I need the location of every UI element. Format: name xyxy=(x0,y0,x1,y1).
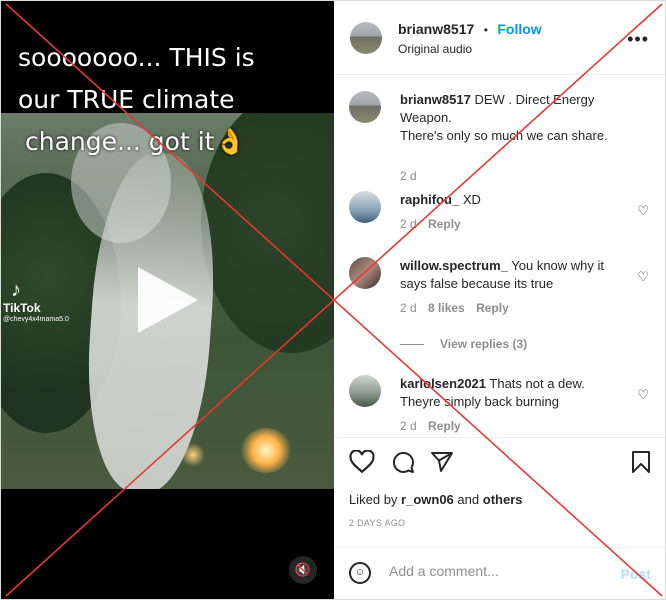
tiktok-brand: TikTok xyxy=(3,301,41,315)
like-heart-icon[interactable] xyxy=(349,450,375,474)
post-frame: sooooooo... THIS is our TRUE climate cha… xyxy=(0,0,666,600)
fire-glow-small xyxy=(181,443,205,467)
comment-icon[interactable] xyxy=(390,450,416,474)
liked-by-user[interactable]: r_own06 xyxy=(401,492,454,507)
video-caption-line-1: sooooooo... THIS is xyxy=(18,43,255,72)
liked-by: Liked by r_own06 and others xyxy=(349,492,522,507)
comment-time[interactable]: 2 d xyxy=(400,301,417,315)
comment-meta: 2 d Reply xyxy=(400,217,461,231)
view-replies-button[interactable]: View replies (3) xyxy=(400,337,527,351)
comment-likes[interactable]: 8 likes xyxy=(428,301,465,315)
emoji-icon[interactable]: ☺ xyxy=(349,562,371,584)
comment-body-line-2: There's only so much we can share. xyxy=(400,128,608,143)
add-comment-input[interactable] xyxy=(389,563,589,579)
view-replies-label: View replies (3) xyxy=(440,337,528,351)
post-actions: Liked by r_own06 and others 2 DAYS AGO xyxy=(334,437,665,548)
comments-list[interactable]: brianw8517 DEW . Direct Energy Weapon. T… xyxy=(334,75,665,436)
fire-glow xyxy=(241,428,291,473)
bookmark-icon[interactable] xyxy=(631,450,651,474)
like-comment-heart-icon[interactable]: ♡ xyxy=(637,269,649,285)
comment-time[interactable]: 2 d xyxy=(400,169,417,183)
mute-icon[interactable]: 🔇 xyxy=(289,556,317,584)
tiktok-handle: @chevy4x4mama5.0 xyxy=(3,316,69,323)
reply-button[interactable]: Reply xyxy=(476,301,509,315)
video-caption-line-3: change... got it👌 xyxy=(25,127,246,156)
comment-username[interactable]: karlolsen2021 xyxy=(400,376,486,391)
post-button[interactable]: Post xyxy=(621,566,651,582)
original-audio[interactable]: Original audio xyxy=(398,42,472,56)
post-side-panel: brianw8517 • Follow Original audio ••• b… xyxy=(334,1,665,599)
share-icon[interactable] xyxy=(429,450,455,474)
comment-text: karlolsen2021 Thats not a dew. Theyre si… xyxy=(400,375,625,411)
tiktok-logo-icon: ♪ xyxy=(11,279,21,301)
more-options-icon[interactable]: ••• xyxy=(627,29,649,50)
comment-username[interactable]: willow.spectrum_ xyxy=(400,258,508,273)
avatar[interactable] xyxy=(349,191,381,223)
reply-button[interactable]: Reply xyxy=(428,419,461,433)
like-comment-heart-icon[interactable]: ♡ xyxy=(637,387,649,403)
comment-text: brianw8517 DEW . Direct Energy Weapon. T… xyxy=(400,91,625,145)
play-icon[interactable] xyxy=(138,267,198,333)
comment-body: XD xyxy=(462,192,481,207)
view-replies-line xyxy=(400,344,424,346)
liked-by-others[interactable]: others xyxy=(483,492,523,507)
post-timestamp[interactable]: 2 DAYS AGO xyxy=(349,518,405,528)
video-panel[interactable]: sooooooo... THIS is our TRUE climate cha… xyxy=(1,1,334,599)
comment-text: raphifou_ XD xyxy=(400,191,625,209)
follow-button[interactable]: Follow xyxy=(497,21,541,37)
avatar[interactable] xyxy=(350,22,382,54)
comment-time[interactable]: 2 d xyxy=(400,217,417,231)
tiktok-watermark: ♪ TikTok @chevy4x4mama5.0 xyxy=(3,279,69,323)
video-caption-line-2: our TRUE climate xyxy=(18,85,235,114)
comment-meta: 2 d 8 likes Reply xyxy=(400,301,509,315)
like-comment-heart-icon[interactable]: ♡ xyxy=(637,203,649,219)
reply-button[interactable]: Reply xyxy=(428,217,461,231)
header-separator: • xyxy=(483,23,488,37)
comment-text: willow.spectrum_ You know why it says fa… xyxy=(400,257,625,293)
header-user-row: brianw8517 • Follow xyxy=(398,21,542,39)
comment-time[interactable]: 2 d xyxy=(400,419,417,433)
post-header: brianw8517 • Follow Original audio ••• xyxy=(334,1,665,75)
comment-meta: 2 d xyxy=(400,169,417,183)
avatar[interactable] xyxy=(349,91,381,123)
comment-meta: 2 d Reply xyxy=(400,419,461,433)
comment-username[interactable]: raphifou_ xyxy=(400,192,459,207)
liked-by-and: and xyxy=(457,492,480,507)
add-comment-bar: ☺ Post xyxy=(334,547,665,599)
comment-username[interactable]: brianw8517 xyxy=(400,92,471,107)
avatar[interactable] xyxy=(349,257,381,289)
liked-by-prefix: Liked by xyxy=(349,492,398,507)
avatar[interactable] xyxy=(349,375,381,407)
header-username[interactable]: brianw8517 xyxy=(398,21,474,37)
